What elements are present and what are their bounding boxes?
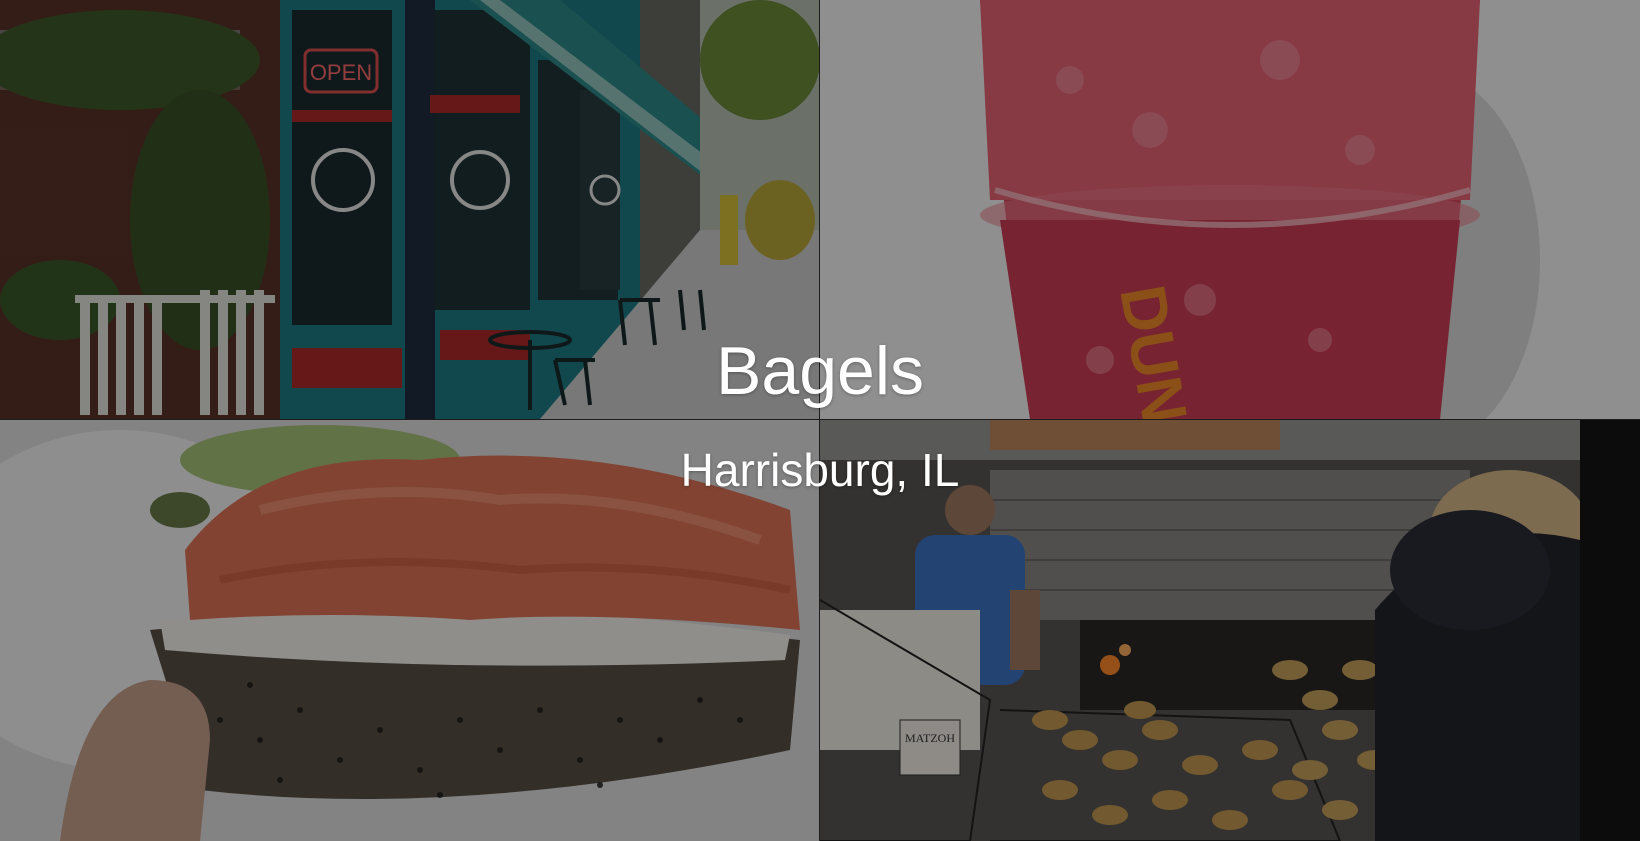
storefront-photo: OPEN	[0, 0, 819, 419]
bagel-shop-photo: MATZOH	[820, 420, 1640, 841]
matzoh-sign-text: MATZOH	[905, 731, 955, 745]
lox-bagel-photo	[0, 420, 819, 841]
photo-collage: OPEN DUNK MATZOH	[0, 0, 1640, 841]
smoothie-photo: DUNK	[820, 0, 1640, 419]
open-sign-text: OPEN	[310, 60, 372, 85]
